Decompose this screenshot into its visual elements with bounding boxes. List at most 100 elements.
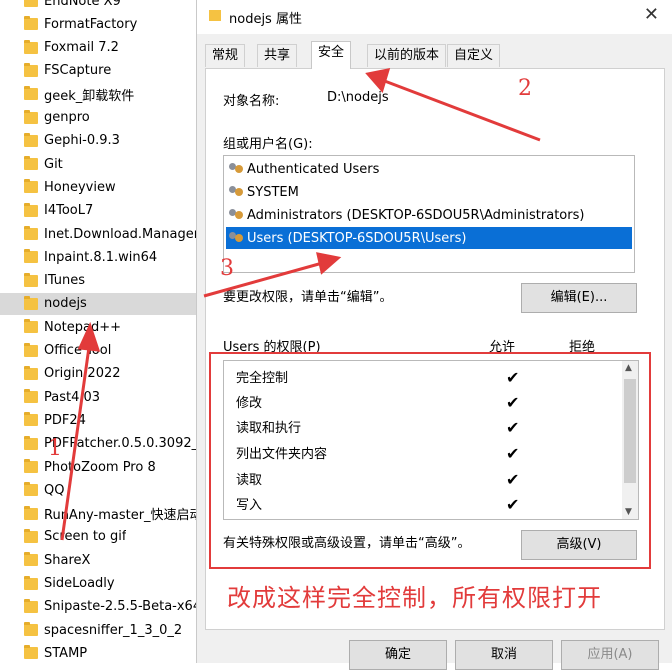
object-name-label: 对象名称: [223,94,280,109]
user-row-users[interactable]: Users (DESKTOP-6SDOU5R\Users) [226,227,632,249]
folder-icon [24,389,38,404]
folder-label: SideLoadly [44,576,115,591]
folder-item[interactable]: ShareX [0,549,200,571]
folder-icon [24,272,38,287]
explorer-folder-list: EndNote X9 FormatFactory Foxmail 7.2 FSCapt… [0,0,200,663]
folder-icon [24,132,38,147]
folder-icon [24,482,38,497]
folder-label: FormatFactory [44,16,138,32]
folder-item[interactable]: QQ [0,479,200,501]
folder-icon [24,598,38,613]
folder-item[interactable]: SideLoadly [0,573,200,595]
ok-button[interactable]: 确定 [349,640,447,670]
folder-item[interactable]: Foxmail 7.2 [0,37,200,59]
tab-general[interactable]: 常规 [205,44,246,67]
cancel-button[interactable]: 取消 [455,640,553,670]
folder-item[interactable]: Past4.03 [0,386,200,408]
tab-sharing[interactable]: 共享 [257,44,298,67]
annotation-number-2: 2 [518,76,532,101]
folder-icon [24,156,38,171]
folder-label: nodejs [44,296,87,312]
folder-label: I4TooL7 [44,203,94,219]
tab-security[interactable]: 安全 [311,41,352,69]
folder-icon [24,365,38,380]
folder-icon [24,575,38,590]
folder-item[interactable]: ITunes [0,270,200,292]
user-list: Authenticated Users SYSTEM Administrator… [223,155,635,273]
folder-item[interactable]: Origin 2022 [0,363,200,385]
apply-button[interactable]: 应用(A) [561,640,659,670]
user-row-system[interactable]: SYSTEM [226,181,632,203]
folder-label: Honeyview [44,179,116,195]
folder-item[interactable]: Inet.Download.Manager [0,223,200,245]
folder-item[interactable]: Honeyview [0,176,200,198]
tab-previous-versions[interactable]: 以前的版本 [367,44,447,67]
annotation-number-3: 3 [220,256,234,281]
folder-icon [24,528,38,543]
folder-item[interactable]: geek_卸载软件 [0,83,200,105]
folder-icon [24,622,38,637]
users-icon [228,185,244,199]
title-bar: nodejs 属性 ✕ [197,0,672,34]
folder-label: genpro [44,110,90,125]
folder-item[interactable]: FSCapture [0,60,200,82]
folder-label: Office Tool [44,343,112,358]
folder-label: Screen to gif [44,529,127,545]
folder-item[interactable]: PhotoZoom Pro 8 [0,456,200,478]
folder-icon [24,645,38,660]
folder-item[interactable]: nodejs [0,292,200,315]
folder-icon [24,109,38,124]
folder-item[interactable]: FormatFactory [0,13,200,35]
folder-icon [24,412,38,427]
folder-label: geek_卸载软件 [44,88,135,104]
user-label: Users (DESKTOP-6SDOU5R\Users) [247,230,467,246]
folder-icon [24,16,38,31]
folder-label: Origin 2022 [44,366,121,382]
edit-button[interactable]: 编辑(E)... [521,283,637,313]
folder-label: Notepad++ [44,319,122,335]
change-permissions-hint: 要更改权限，请单击“编辑”。 [223,290,393,305]
folder-label: spacesniffer_1_3_0_2 [44,622,183,638]
folder-label: Gephi-0.9.3 [44,133,120,149]
folder-item[interactable]: I4TooL7 [0,200,200,222]
folder-label: Foxmail 7.2 [44,40,119,56]
folder-label: Inpaint.8.1.win64 [44,249,158,265]
user-row-authenticated-users[interactable]: Authenticated Users [226,158,632,180]
object-name-value: D:\nodejs [327,90,389,105]
folder-item[interactable]: Git [0,153,200,175]
folder-label: ShareX [44,552,91,568]
folder-item[interactable]: PDFPatcher.0.5.0.3092_p [0,433,200,455]
users-icon [228,231,244,245]
folder-item[interactable]: STAMP [0,642,200,664]
folder-label: EndNote X9 [44,0,121,9]
folder-item[interactable]: Inpaint.8.1.win64 [0,246,200,268]
folder-item[interactable]: Office Tool [0,340,200,362]
folder-item[interactable]: Gephi-0.9.3 [0,130,200,152]
user-label: Authenticated Users [247,161,380,177]
close-button[interactable]: ✕ [644,4,659,25]
dialog-title: nodejs 属性 [229,12,302,27]
folder-label: FSCapture [44,63,112,79]
folder-item[interactable]: EndNote X9 [0,0,200,12]
folder-item[interactable]: Snipaste-2.5.5-Beta-x64 [0,596,200,618]
tab-customize[interactable]: 自定义 [447,44,501,67]
folder-label: STAMP [44,645,88,661]
folder-item[interactable]: Notepad++ [0,316,200,338]
annotation-highlight-box [209,352,651,569]
folder-item[interactable]: genpro [0,107,200,129]
folder-label: PDFPatcher.0.5.0.3092_p [44,436,200,452]
properties-dialog: nodejs 属性 ✕ 常规 共享 安全 以前的版本 自定义 对象名称: D:\… [196,0,672,670]
folder-item[interactable]: Screen to gif [0,526,200,548]
folder-label: PhotoZoom Pro 8 [44,459,156,475]
user-label: Administrators (DESKTOP-6SDOU5R\Administ… [247,207,585,223]
folder-label: PDF24 [44,412,86,428]
folder-item[interactable]: spacesniffer_1_3_0_2 [0,619,200,641]
folder-icon [24,202,38,217]
folder-icon [24,505,38,520]
user-row-administrators[interactable]: Administrators (DESKTOP-6SDOU5R\Administ… [226,204,632,226]
folder-label: RunAny-master_快速启动 [44,508,200,524]
folder-icon [24,342,38,357]
folder-label: Inet.Download.Manager [44,226,200,242]
folder-item[interactable]: PDF24 [0,409,200,431]
folder-item[interactable]: RunAny-master_快速启动 [0,503,200,525]
